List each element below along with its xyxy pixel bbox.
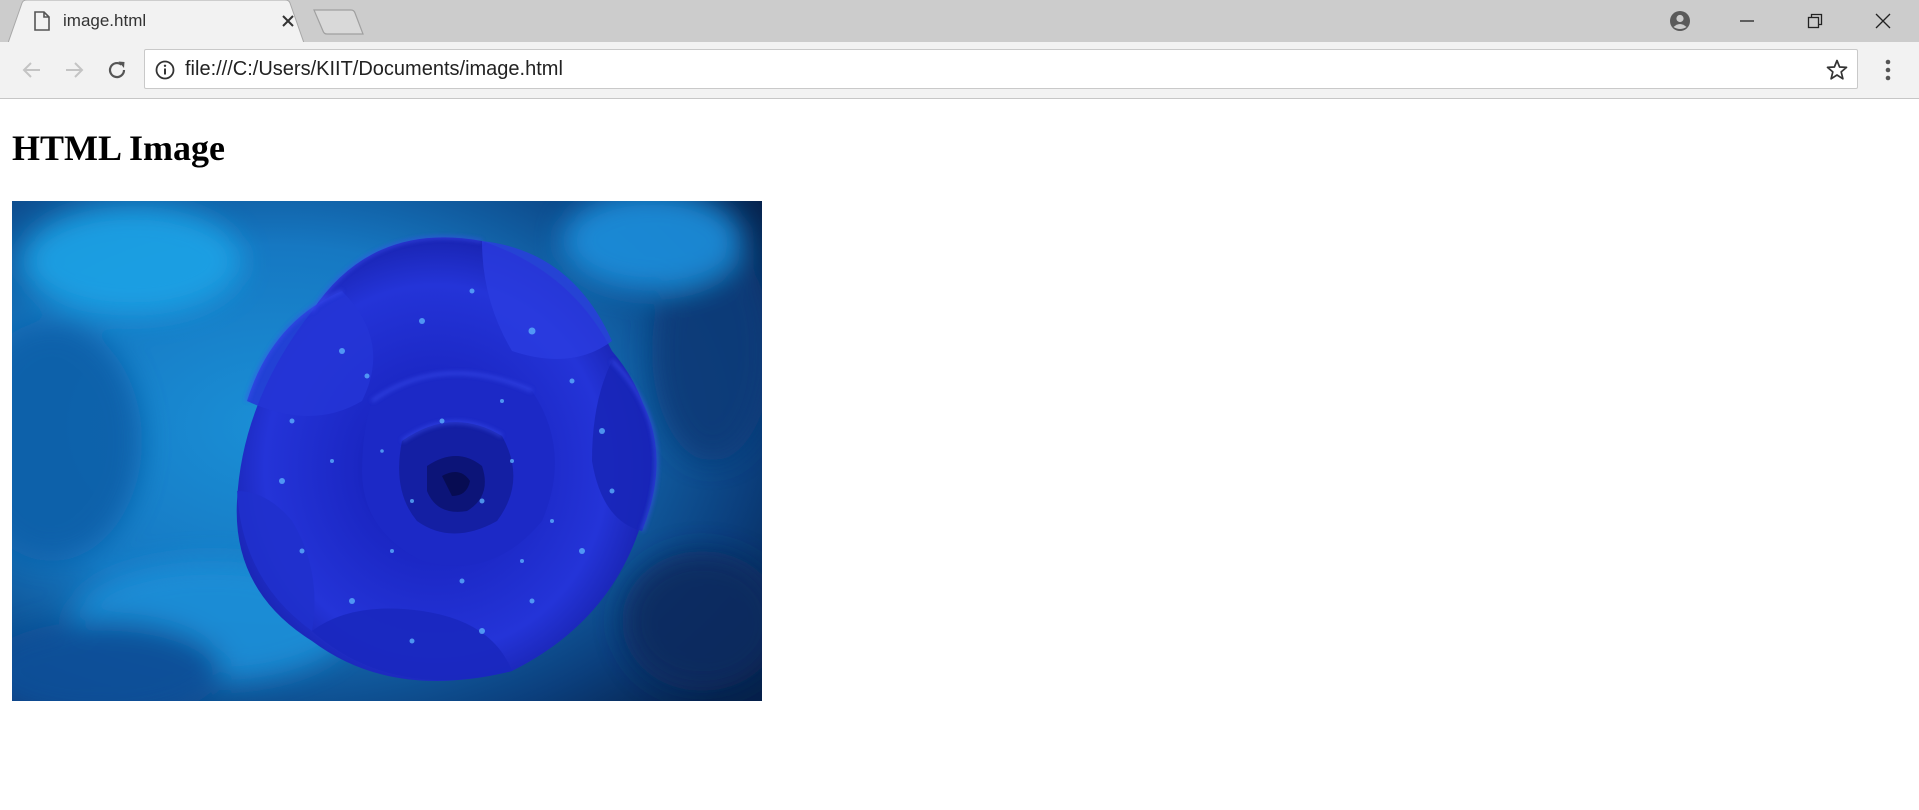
rose-image [12, 201, 762, 701]
address-bar[interactable]: file:///C:/Users/KIIT/Documents/image.ht… [144, 49, 1858, 89]
url-text[interactable]: file:///C:/Users/KIIT/Documents/image.ht… [185, 58, 563, 81]
info-icon[interactable] [155, 60, 175, 80]
close-window-button[interactable] [1849, 0, 1917, 42]
forward-button[interactable] [58, 54, 90, 86]
arrow-right-icon [66, 62, 84, 78]
tab-shape [8, 0, 304, 43]
tab-image-html[interactable]: image.html [8, 0, 304, 43]
profile-icon[interactable] [1647, 0, 1713, 42]
restore-icon [1807, 13, 1823, 29]
minimize-button[interactable] [1713, 0, 1781, 42]
page-content: HTML Image [0, 99, 1919, 810]
reload-button[interactable] [101, 54, 133, 86]
browser-menu-button[interactable] [1872, 54, 1904, 86]
document-icon [34, 11, 50, 31]
close-tab-icon[interactable] [280, 13, 296, 29]
tab-title: image.html [63, 11, 147, 30]
back-button[interactable] [16, 54, 48, 86]
vertical-dots-icon [1885, 59, 1891, 81]
bookmark-star-icon[interactable] [1825, 58, 1849, 82]
page-heading: HTML Image [12, 128, 225, 168]
minimize-icon [1740, 20, 1754, 22]
restore-button[interactable] [1781, 0, 1849, 42]
arrow-left-icon [22, 62, 40, 78]
close-icon [1875, 13, 1891, 29]
new-tab-button[interactable] [313, 9, 365, 35]
browser-toolbar: file:///C:/Users/KIIT/Documents/image.ht… [0, 42, 1919, 99]
tab-strip: image.html [0, 0, 1919, 43]
reload-icon [108, 61, 126, 79]
